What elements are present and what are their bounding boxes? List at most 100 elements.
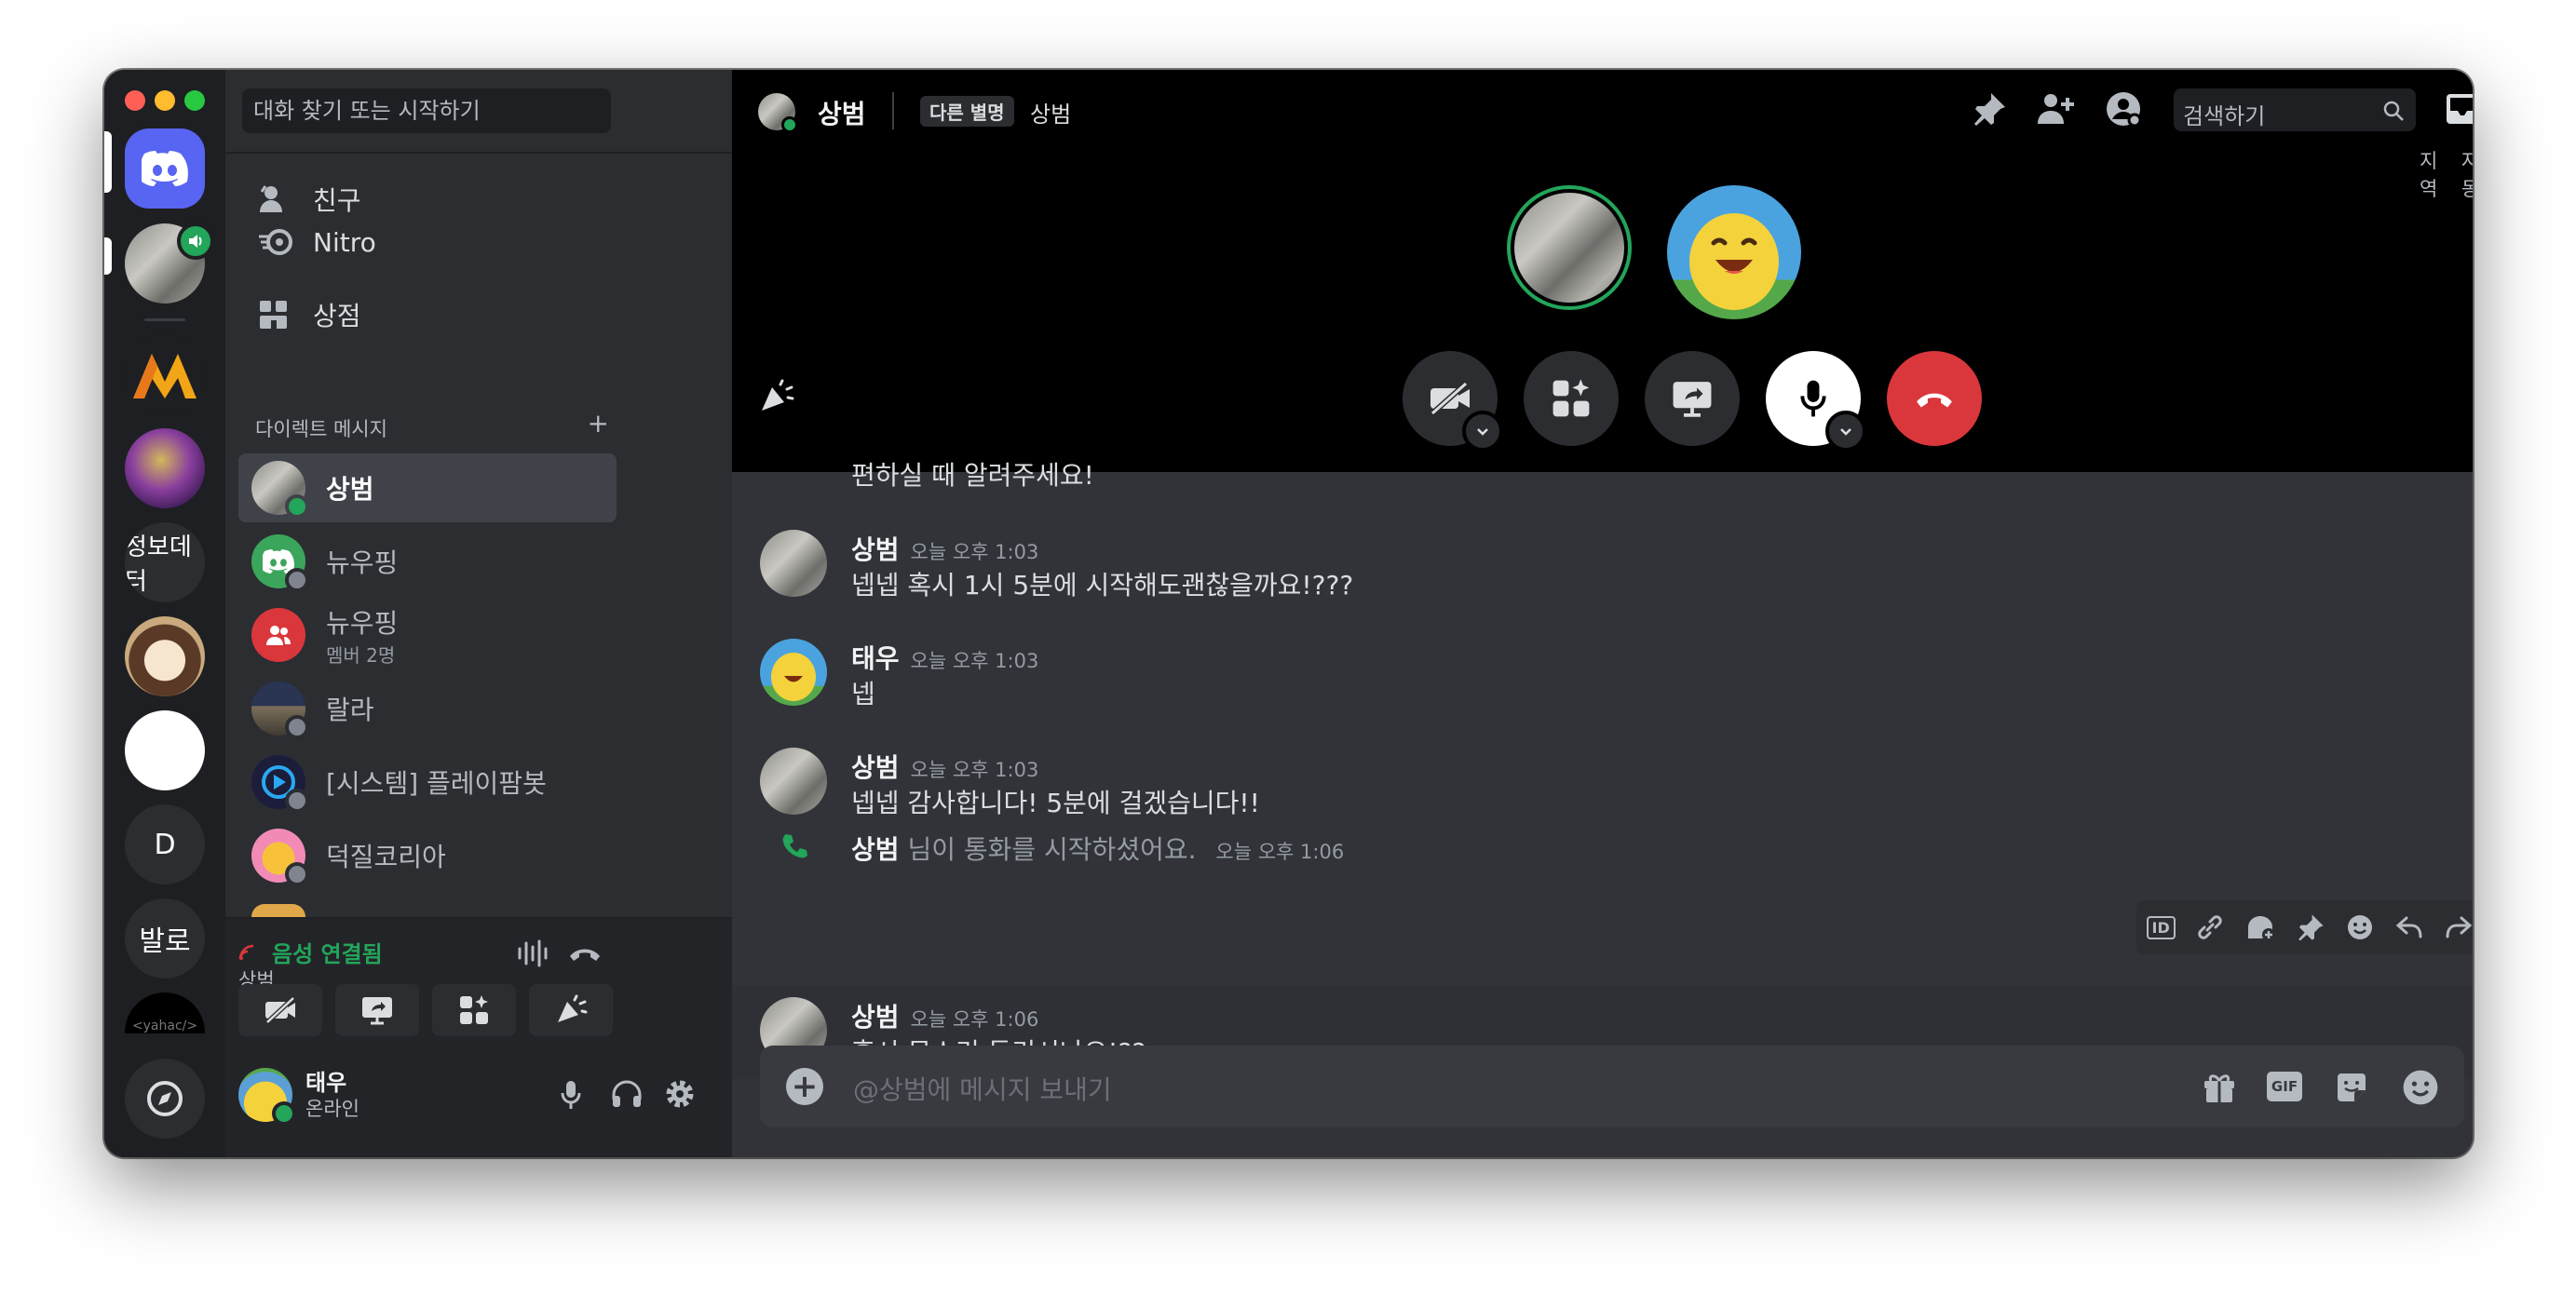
noise-suppression-icon[interactable] [516, 939, 549, 967]
screen-share-icon [1673, 382, 1712, 417]
conversation-search-input[interactable]: 대화 찾기 또는 시작하기 [242, 88, 611, 133]
message-timestamp: 오늘 오후 1:06 [910, 1008, 1039, 1031]
hang-up-icon [1917, 393, 1952, 408]
dm-name: 뉴우핑 [326, 547, 399, 578]
message-avatar[interactable] [760, 639, 827, 706]
dm-section-header: 다이렉트 메시지 + [255, 411, 609, 442]
call-mute-button[interactable] [1766, 351, 1866, 452]
header-name: 상범 [818, 99, 866, 129]
gift-icon[interactable] [2202, 1070, 2237, 1105]
server-d[interactable]: D [125, 804, 205, 884]
dm-item-deokjil-korea[interactable]: 덕질코리아 [238, 821, 617, 890]
camera-options-button[interactable] [1462, 411, 1503, 452]
smiley-avatar-icon [1689, 213, 1779, 310]
call-activities-button[interactable] [1524, 351, 1619, 446]
message-avatar[interactable] [760, 748, 827, 815]
server-rail: 정보데터 D 발로 <yahac/> [104, 70, 225, 1157]
nav-shop[interactable]: 상점 [238, 284, 617, 345]
avatar [251, 534, 309, 592]
zoom-window-button[interactable] [184, 90, 205, 111]
soundboard-toggle-icon[interactable] [758, 379, 795, 414]
message-composer[interactable]: + @상범에 메시지 보내기 GIF [760, 1046, 2464, 1127]
header-search-placeholder: 검색하기 [2183, 103, 2266, 129]
copy-id-button[interactable]: ID [2146, 915, 2176, 939]
avatar [251, 461, 309, 519]
settings-gear-icon[interactable] [663, 1077, 697, 1111]
message-list: 편하실 때 알려주세요! 상범 오늘 오후 1:03 넵넵 혹시 1시 5분에 시… [732, 460, 2473, 1105]
system-message-text: 님이 통화를 시작하셨어요. [907, 834, 1197, 865]
header-search-input[interactable]: 검색하기 [2174, 88, 2416, 131]
sticker-icon[interactable] [2334, 1070, 2369, 1105]
message-author[interactable]: 상범 오늘 오후 1:06 [851, 997, 1038, 1034]
gif-button[interactable]: GIF [2267, 1072, 2302, 1101]
create-dm-plus-icon[interactable]: + [588, 411, 609, 442]
message-author[interactable]: 상범 [851, 834, 900, 865]
inbox-icon[interactable] [2444, 90, 2473, 128]
message-author[interactable]: 상범 오늘 오후 1:03 [851, 748, 1038, 785]
message-input[interactable]: @상범에 메시지 보내기 [853, 1070, 1112, 1107]
server-jeongbodeoteo[interactable]: 정보데터 [125, 522, 205, 602]
minimize-window-button[interactable] [155, 90, 175, 111]
nav-nitro[interactable]: Nitro [238, 211, 617, 273]
participant-avatar-taewoo[interactable] [1667, 185, 1801, 319]
pin-icon[interactable] [1971, 90, 2008, 128]
pin-icon[interactable] [2296, 912, 2325, 942]
add-reaction-icon[interactable] [2345, 912, 2375, 942]
server-valo[interactable]: 발로 [125, 898, 205, 979]
call-camera-button[interactable] [1403, 351, 1503, 452]
soundboard-button[interactable] [529, 984, 613, 1036]
discord-logo-icon [142, 151, 188, 186]
status-offline-icon [285, 568, 309, 592]
message-author[interactable]: 태우 오늘 오후 1:03 [851, 639, 1038, 676]
forward-icon[interactable] [2444, 912, 2473, 942]
create-thread-icon[interactable] [2244, 912, 2276, 942]
microphone-icon[interactable] [561, 1079, 581, 1111]
dm-item-group[interactable]: 뉴우핑 멤버 2명 [238, 601, 617, 669]
header-divider [892, 92, 894, 129]
user-avatar[interactable] [238, 1068, 296, 1126]
camera-off-button[interactable] [238, 984, 322, 1036]
emoji-icon[interactable] [2401, 1068, 2440, 1107]
user-name: 태우 [305, 1070, 347, 1096]
search-icon [2383, 101, 2404, 121]
user-profile-icon[interactable] [2105, 90, 2142, 128]
reply-icon[interactable] [2394, 912, 2424, 942]
dm-item-lala[interactable]: 랄라 [238, 674, 617, 743]
server-character-art[interactable] [125, 616, 205, 696]
status-offline-icon [285, 862, 309, 886]
activities-button[interactable] [432, 984, 516, 1036]
dm-sidebar: 대화 찾기 또는 시작하기 친구 Nitro 상점 다이렉트 메시지 + 상범 … [225, 70, 732, 1157]
status-online-icon [272, 1101, 296, 1126]
server-label-jeongbo: 정보데터 [125, 533, 192, 596]
avatar [251, 608, 305, 662]
add-friend-to-dm-icon[interactable] [2036, 90, 2075, 128]
attach-plus-icon[interactable]: + [786, 1068, 823, 1105]
copy-link-icon[interactable] [2195, 912, 2225, 942]
message-author[interactable]: 상범 오늘 오후 1:03 [851, 530, 1038, 567]
explore-servers-button[interactable] [125, 1059, 205, 1139]
voice-status[interactable]: 음성 연결됨 [272, 936, 383, 968]
status-online-icon [781, 116, 798, 133]
headphones-icon[interactable] [611, 1079, 643, 1109]
dm-item-nyuuping[interactable]: 뉴우핑 [238, 527, 617, 596]
dm-item-playpalm-bot[interactable]: [시스템] 플레이팜봇 [238, 748, 617, 817]
participant-avatar-sangbeom[interactable] [1507, 185, 1632, 310]
server-m-logo[interactable] [125, 334, 205, 414]
region-selector[interactable]: 지역 자동 [2420, 146, 2473, 202]
server-white[interactable] [125, 710, 205, 790]
mic-options-button[interactable] [1825, 411, 1866, 452]
disconnect-icon[interactable] [568, 943, 602, 964]
message-timestamp: 오늘 오후 1:06 [1215, 841, 1345, 863]
discord-home-button[interactable] [125, 128, 205, 209]
server-yahac[interactable]: <yahac/> [125, 992, 205, 1033]
message-avatar[interactable] [760, 530, 827, 597]
close-window-button[interactable] [125, 90, 145, 111]
call-disconnect-button[interactable] [1887, 351, 1982, 446]
dm-item-sangbeom[interactable]: 상범 [238, 453, 617, 522]
message-timestamp: 오늘 오후 1:03 [910, 541, 1039, 563]
divider [225, 152, 732, 154]
avatar [251, 829, 309, 886]
server-game-art[interactable] [125, 428, 205, 508]
call-share-screen-button[interactable] [1645, 351, 1740, 446]
share-screen-button[interactable] [335, 984, 419, 1036]
